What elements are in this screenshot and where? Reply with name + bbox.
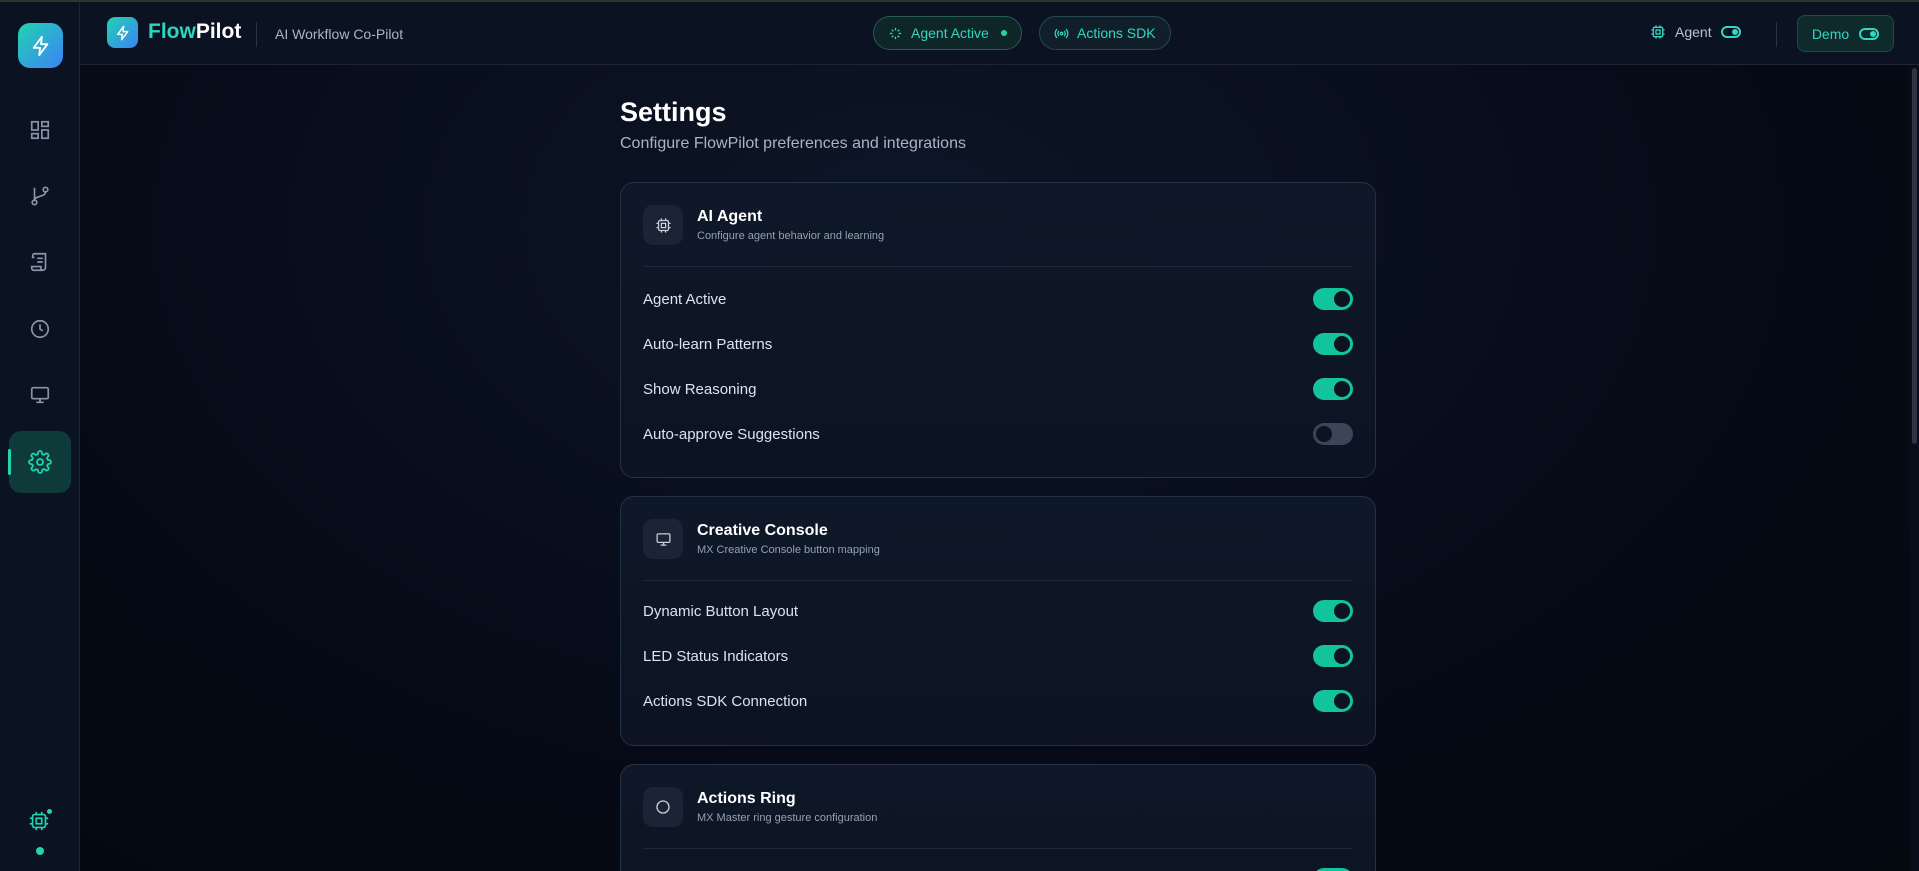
actions-sdk-label: Actions SDK [1077,25,1156,41]
lightning-icon [32,35,48,56]
cpu-icon [1651,25,1665,39]
agent-toggle-switch[interactable] [1720,26,1741,38]
actions-sdk-pill[interactable]: Actions SDK [1039,16,1171,50]
header-divider [1776,22,1777,47]
card-icon-box [643,205,683,245]
demo-label: Demo [1811,25,1850,42]
clock-icon [30,319,50,339]
led-status-toggle[interactable] [1313,645,1353,667]
auto-learn-toggle[interactable] [1313,333,1353,355]
setting-row: LED Status Indicators [643,641,1353,671]
agent-active-label: Agent Active [911,25,989,41]
card-header: Creative Console MX Creative Console but… [643,519,1353,581]
setting-row: Auto-approve Suggestions [643,419,1353,449]
sidebar-item-workflows[interactable] [9,165,71,227]
sdk-connection-toggle[interactable] [1313,690,1353,712]
brand-logo [107,17,138,48]
agent-active-toggle[interactable] [1313,288,1353,310]
agent-toggle[interactable]: Agent [1650,24,1741,40]
header-divider [256,22,257,47]
brand-name-pilot: Pilot [195,20,242,43]
sidebar [0,2,80,871]
dynamic-layout-toggle[interactable] [1313,600,1353,622]
brand-name-flow: Flow [148,20,196,43]
sidebar-item-settings[interactable] [8,431,71,493]
setting-label: LED Status Indicators [643,647,789,665]
main-content: Settings Configure FlowPilot preferences… [80,65,1910,871]
setting-label: Auto-approve Suggestions [643,425,820,443]
lightning-icon [116,25,128,40]
sidebar-item-dashboard[interactable] [9,99,71,161]
agent-status-button[interactable] [28,807,54,834]
setting-row [643,864,1353,871]
card-header: AI Agent Configure agent behavior and le… [643,205,1353,267]
page-subtitle: Configure FlowPilot preferences and inte… [620,135,966,152]
card-header: Actions Ring MX Master ring gesture conf… [643,787,1353,849]
card-description: MX Creative Console button mapping [697,544,880,556]
setting-row: Agent Active [643,284,1353,314]
cpu-icon [655,217,671,233]
sidebar-item-scripts[interactable] [9,231,71,293]
setting-row: Dynamic Button Layout [643,596,1353,626]
notification-dot [45,807,54,816]
card-description: Configure agent behavior and learning [697,230,885,242]
gear-icon [28,450,52,474]
grid-icon [30,120,50,140]
setting-label: Agent Active [643,290,727,308]
setting-label: Auto-learn Patterns [643,335,773,353]
branch-icon [31,186,49,206]
sidebar-item-console[interactable] [9,364,71,426]
app-subtitle: AI Workflow Co-Pilot [275,26,404,42]
card-description: MX Master ring gesture configuration [697,812,878,824]
creative-console-card: Creative Console MX Creative Console but… [620,496,1376,746]
agent-active-pill[interactable]: Agent Active [873,16,1022,50]
sidebar-item-history[interactable] [9,298,71,360]
auto-approve-toggle[interactable] [1313,423,1353,445]
broadcast-icon [1054,28,1069,38]
demo-toggle-switch [1859,27,1880,40]
brand-name: FlowPilot [148,20,241,44]
setting-label: Show Reasoning [643,380,757,398]
top-header: FlowPilot AI Workflow Co-Pilot Agent Act… [80,2,1919,65]
monitor-icon [655,532,671,546]
scroll-icon [30,252,47,272]
card-icon-box [643,519,683,559]
actions-ring-card: Actions Ring MX Master ring gesture conf… [620,764,1376,871]
sparkle-icon [889,27,902,39]
page-title: Settings [620,97,727,127]
setting-row: Show Reasoning [643,374,1353,404]
card-title: AI Agent [697,208,763,225]
setting-label: Actions SDK Connection [643,692,808,710]
setting-row: Auto-learn Patterns [643,329,1353,359]
show-reasoning-toggle[interactable] [1313,378,1353,400]
app-logo-button[interactable] [18,23,63,68]
scrollbar-thumb[interactable] [1912,68,1917,444]
demo-toggle-button[interactable]: Demo [1797,15,1894,52]
agent-toggle-label: Agent [1675,24,1712,40]
card-title: Creative Console [697,522,828,539]
card-icon-box [643,787,683,827]
setting-row: Actions SDK Connection [643,686,1353,716]
active-dot [1000,30,1007,36]
setting-label: Dynamic Button Layout [643,602,799,620]
online-status-dot [36,847,44,855]
circle-icon [656,800,670,814]
ai-agent-card: AI Agent Configure agent behavior and le… [620,182,1376,478]
card-title: Actions Ring [697,790,796,807]
monitor-icon [30,386,50,404]
